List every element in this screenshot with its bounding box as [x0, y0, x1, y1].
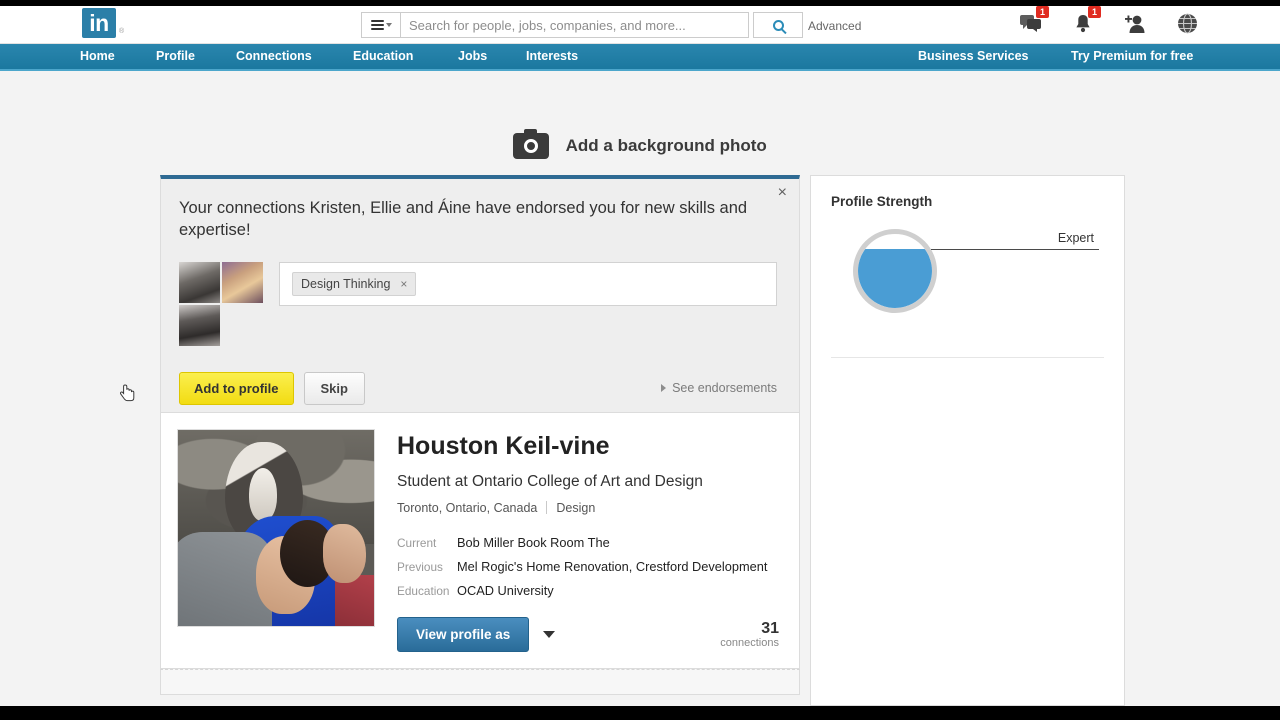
- gauge-fill: [858, 248, 932, 308]
- photo-arm: [323, 524, 367, 583]
- see-endorsements-link[interactable]: See endorsements: [661, 381, 777, 395]
- gauge-circle: [853, 229, 937, 313]
- endorsement-actions: Add to profile Skip See endorsements: [179, 371, 777, 405]
- profile-strength-level: Expert: [1057, 231, 1094, 245]
- connections-counter[interactable]: 31 connections: [720, 620, 779, 650]
- nav-inner: Home Profile Connections Education Jobs …: [0, 44, 1280, 71]
- profile-facts: Current Bob Miller Book Room The Previou…: [397, 535, 779, 598]
- right-sidebar: Profile Strength Expert Who's Viewed You…: [810, 175, 1125, 706]
- nav-item-education[interactable]: Education: [353, 49, 413, 63]
- search-input[interactable]: [401, 12, 749, 38]
- skip-button[interactable]: Skip: [303, 371, 365, 405]
- profile-strength-title: Profile Strength: [831, 194, 933, 209]
- pointer-hand-cursor: [120, 384, 135, 402]
- fact-row-previous: Previous Mel Rogic's Home Renovation, Cr…: [397, 559, 779, 574]
- browser-page: in ® Advanced: [0, 6, 1280, 706]
- skill-input-box[interactable]: Design Thinking ×: [279, 261, 777, 306]
- endorsement-body: Design Thinking ×: [179, 261, 777, 346]
- network-globe-icon[interactable]: [1174, 10, 1200, 36]
- letterbox-top: [0, 0, 1280, 6]
- profile-location[interactable]: Toronto, Ontario, Canada: [397, 501, 537, 515]
- search-category-dropdown[interactable]: [361, 12, 401, 38]
- endorser-avatars: [179, 261, 265, 346]
- nav-item-home[interactable]: Home: [80, 49, 115, 63]
- fact-value[interactable]: Bob Miller Book Room The: [457, 535, 610, 550]
- messages-icon[interactable]: 1: [1018, 6, 1049, 36]
- global-header: in ® Advanced: [0, 6, 1280, 44]
- search-bar: [361, 12, 803, 38]
- primary-navigation: Home Profile Connections Education Jobs …: [0, 44, 1280, 71]
- add-background-photo-label: Add a background photo: [565, 136, 767, 155]
- nav-item-jobs[interactable]: Jobs: [458, 49, 487, 63]
- fact-label: Education: [397, 583, 450, 598]
- remove-skill-icon[interactable]: ×: [400, 277, 407, 291]
- chevron-right-icon: [661, 384, 667, 393]
- close-icon[interactable]: ×: [778, 185, 787, 201]
- letterbox-bottom: [0, 706, 1280, 720]
- page-content: Add a background photo × Your connection…: [0, 71, 1280, 706]
- nav-item-profile[interactable]: Profile: [156, 49, 195, 63]
- linkedin-logo[interactable]: in: [82, 8, 116, 38]
- see-endorsements-label: See endorsements: [672, 381, 777, 396]
- screen-root: in ® Advanced: [0, 0, 1280, 720]
- messages-badge: 1: [1036, 6, 1049, 18]
- endorsement-title: Your connections Kristen, Ellie and Áine…: [179, 199, 748, 240]
- skill-chip-design-thinking[interactable]: Design Thinking ×: [292, 271, 417, 296]
- camera-icon: [513, 129, 550, 159]
- fact-row-current: Current Bob Miller Book Room The: [397, 535, 779, 550]
- add-person-glyph: [1125, 15, 1145, 33]
- nav-item-connections[interactable]: Connections: [236, 49, 312, 63]
- notifications-icon[interactable]: 1: [1070, 6, 1101, 36]
- chevron-down-icon[interactable]: [543, 631, 556, 638]
- fact-row-education: Education OCAD University: [397, 583, 779, 598]
- profile-photo[interactable]: [177, 429, 375, 627]
- profile-industry[interactable]: Design: [556, 501, 595, 515]
- chevron-down-icon: [385, 23, 392, 27]
- add-background-photo-button[interactable]: Add a background photo: [0, 129, 1280, 159]
- view-profile-as-button[interactable]: View profile as: [397, 617, 530, 652]
- profile-info: Houston Keil-vine Student at Ontario Col…: [397, 429, 779, 668]
- avatar[interactable]: [179, 261, 220, 303]
- notifications-badge: 1: [1088, 6, 1101, 18]
- profile-strength-gauge: Expert: [831, 223, 1104, 339]
- nav-item-business-services[interactable]: Business Services: [918, 49, 1029, 63]
- divider: [831, 357, 1104, 358]
- search-submit-button[interactable]: [753, 12, 803, 38]
- profile-strength-panel: Profile Strength Expert: [811, 176, 1124, 339]
- header-icon-group: 1 1: [1018, 6, 1200, 36]
- fact-label: Previous: [397, 559, 443, 574]
- gauge-leader-line: [931, 249, 1099, 250]
- profile-location-row: Toronto, Ontario, Canada Design: [397, 501, 779, 515]
- next-section-partial: [160, 669, 800, 695]
- search-icon: [772, 19, 784, 31]
- profile-actions: View profile as 31 connections: [397, 617, 779, 652]
- endorsement-card: × Your connections Kristen, Ellie and Ái…: [160, 175, 800, 413]
- fact-value[interactable]: OCAD University: [457, 583, 554, 598]
- add-to-profile-button[interactable]: Add to profile: [179, 371, 294, 405]
- fact-label: Current: [397, 535, 437, 550]
- profile-card: Houston Keil-vine Student at Ontario Col…: [160, 413, 800, 669]
- avatar[interactable]: [179, 304, 220, 346]
- page-title: Houston Keil-vine: [397, 432, 610, 460]
- globe-glyph: [1177, 12, 1197, 34]
- nav-item-interests[interactable]: Interests: [526, 49, 578, 63]
- profile-headline: Student at Ontario College of Art and De…: [397, 472, 703, 490]
- fact-value[interactable]: Mel Rogic's Home Renovation, Crestford D…: [457, 559, 767, 574]
- main-column: × Your connections Kristen, Ellie and Ái…: [160, 175, 800, 695]
- hamburger-icon: [370, 18, 384, 32]
- nav-item-try-premium[interactable]: Try Premium for free: [1071, 49, 1193, 63]
- add-connection-icon[interactable]: [1122, 10, 1148, 36]
- advanced-search-link[interactable]: Advanced: [808, 19, 861, 33]
- logo-registered-mark: ®: [119, 28, 125, 35]
- connections-count: 31: [761, 619, 779, 637]
- skill-chip-label: Design Thinking: [301, 276, 391, 291]
- avatar[interactable]: [222, 261, 263, 303]
- connections-label: connections: [720, 637, 779, 650]
- divider: [546, 501, 548, 514]
